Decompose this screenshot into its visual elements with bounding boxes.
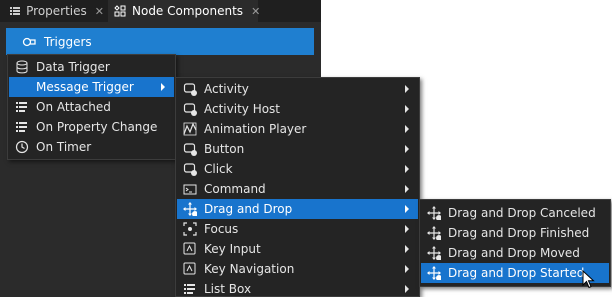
message-item-item-label: List Box xyxy=(204,282,252,296)
tab-properties-close-icon[interactable]: ✕ xyxy=(95,5,104,18)
dnd-item-item-label: Drag and Drop Finished xyxy=(448,226,590,240)
submenu-arrow-icon xyxy=(158,77,168,97)
submenu-arrow-icon xyxy=(402,239,412,259)
message-item-drag-and-drop[interactable]: Drag and Drop xyxy=(177,199,418,219)
message-item-command[interactable]: Command xyxy=(177,179,418,199)
submenu-arrow-icon xyxy=(402,219,412,239)
message-item-button[interactable]: Button xyxy=(177,139,418,159)
triggers-icon xyxy=(22,36,36,48)
message-item-key-input[interactable]: Key Input xyxy=(177,239,418,259)
trigger-type-menu: Data Trigger Message Trigger On Attached On… xyxy=(7,54,176,160)
submenu-arrow-icon xyxy=(402,79,412,99)
dnd-item-item-label: Drag and Drop Moved xyxy=(448,246,580,260)
key-input-icon xyxy=(182,241,198,257)
message-item-click[interactable]: Click xyxy=(177,159,418,179)
menu-item-data-trigger[interactable]: Data Trigger xyxy=(9,57,174,77)
message-item-item-label: Focus xyxy=(204,222,239,236)
message-trigger-submenu: Activity Activity Host Animation Player But… xyxy=(175,77,420,297)
dnd-item-drag-and-drop-canceled[interactable]: Drag and Drop Canceled xyxy=(421,203,609,223)
key-navigation-icon xyxy=(182,261,198,277)
message-item-item-label: Activity xyxy=(204,82,249,96)
menu-item-on-property-change[interactable]: On Property Change xyxy=(9,117,174,137)
menu-item-on-timer[interactable]: On Timer xyxy=(9,137,174,157)
message-item-list-box[interactable]: List Box xyxy=(177,279,418,297)
submenu-arrow-icon xyxy=(402,279,412,297)
drag-and-drop-moved-icon xyxy=(426,245,442,261)
submenu-arrow-icon xyxy=(402,99,412,119)
dnd-item-drag-and-drop-finished[interactable]: Drag and Drop Finished xyxy=(421,223,609,243)
message-item-item-label: Animation Player xyxy=(204,122,307,136)
submenu-arrow-icon xyxy=(402,159,412,179)
click-icon xyxy=(182,161,198,177)
message-item-activity-host[interactable]: Activity Host xyxy=(177,99,418,119)
drag-and-drop-icon xyxy=(182,201,198,217)
list-box-icon xyxy=(182,281,198,297)
message-item-activity[interactable]: Activity xyxy=(177,79,418,99)
drag-and-drop-canceled-icon xyxy=(426,205,442,221)
properties-list-icon xyxy=(10,5,21,17)
menu-item-item-label: On Timer xyxy=(36,140,92,154)
menu-item-item-label: On Attached xyxy=(36,100,111,114)
submenu-arrow-icon xyxy=(402,259,412,279)
menu-item-on-attached[interactable]: On Attached xyxy=(9,97,174,117)
menu-item-item-label: Data Trigger xyxy=(36,60,110,74)
submenu-arrow-icon xyxy=(402,139,412,159)
message-item-focus[interactable]: Focus xyxy=(177,219,418,239)
drag-and-drop-started-icon xyxy=(426,265,442,281)
tab-bar: Properties ✕ Node Components ✕ xyxy=(0,0,321,22)
message-item-item-label: Click xyxy=(204,162,233,176)
triggers-button-label: Triggers xyxy=(44,34,92,49)
message-item-item-label: Drag and Drop xyxy=(204,202,293,216)
menu-item-message-trigger[interactable]: Message Trigger xyxy=(9,77,174,97)
message-item-item-label: Activity Host xyxy=(204,102,281,116)
message-item-item-label: Key Input xyxy=(204,242,261,256)
message-item-animation-player[interactable]: Animation Player xyxy=(177,119,418,139)
tab-node-components-close-icon[interactable]: ✕ xyxy=(251,5,260,18)
animation-player-icon xyxy=(182,121,198,137)
activity-host-icon xyxy=(182,101,198,117)
screen: Properties ✕ Node Components ✕ Triggers … xyxy=(0,0,612,297)
submenu-arrow-icon xyxy=(402,119,412,139)
button-icon xyxy=(182,141,198,157)
submenu-arrow-icon xyxy=(402,179,412,199)
dnd-item-item-label: Drag and Drop Canceled xyxy=(448,206,596,220)
tab-node-components-label: Node Components xyxy=(132,4,244,18)
submenu-arrow-icon xyxy=(402,199,412,219)
on-timer-icon xyxy=(14,139,30,155)
on-attached-icon xyxy=(14,99,30,115)
activity-icon xyxy=(182,81,198,97)
focus-icon xyxy=(182,221,198,237)
message-item-item-label: Command xyxy=(204,182,266,196)
drag-and-drop-finished-icon xyxy=(426,225,442,241)
mouse-cursor-icon xyxy=(582,270,595,289)
message-item-key-navigation[interactable]: Key Navigation xyxy=(177,259,418,279)
message-item-item-label: Button xyxy=(204,142,245,156)
menu-item-item-label: Message Trigger xyxy=(36,80,134,94)
triggers-button[interactable]: Triggers xyxy=(6,28,314,55)
menu-item-item-label: On Property Change xyxy=(36,120,158,134)
node-components-icon xyxy=(114,5,126,17)
on-property-change-icon xyxy=(14,119,30,135)
dnd-item-drag-and-drop-moved[interactable]: Drag and Drop Moved xyxy=(421,243,609,263)
tab-properties-label: Properties xyxy=(26,4,87,18)
message-item-item-label: Key Navigation xyxy=(204,262,295,276)
data-trigger-icon xyxy=(14,59,30,75)
command-icon xyxy=(182,181,198,197)
tab-node-components[interactable]: Node Components ✕ xyxy=(108,0,260,22)
tab-properties[interactable]: Properties ✕ xyxy=(6,0,104,22)
dnd-item-drag-and-drop-started[interactable]: Drag and Drop Started xyxy=(421,263,609,283)
